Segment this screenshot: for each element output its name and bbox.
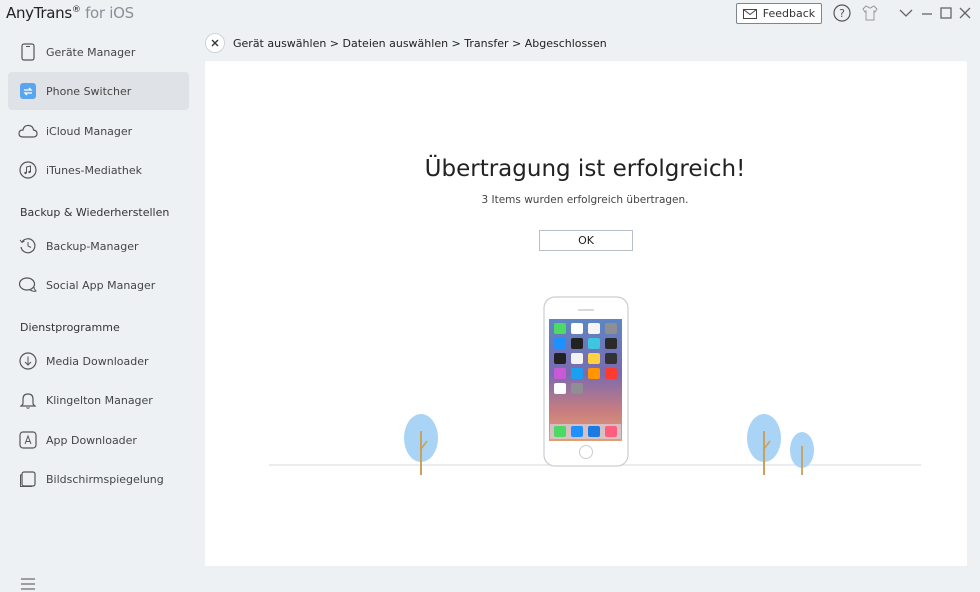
device-icon xyxy=(18,42,38,62)
title-bar: AnyTrans® for iOS Feedback ? xyxy=(0,0,980,28)
music-icon xyxy=(18,160,38,180)
section-heading-tools: Dienstprogramme xyxy=(20,321,120,334)
app-name: AnyTrans xyxy=(6,4,72,22)
sidebar-item-label: Backup-Manager xyxy=(46,239,139,253)
tree-right-small xyxy=(790,432,814,475)
breadcrumb: Gerät auswählen > Dateien auswählen > Tr… xyxy=(233,37,607,50)
result-panel: Übertragung ist erfolgreich! 3 Items wur… xyxy=(205,61,967,566)
sidebar-item-label: iTunes-Mediathek xyxy=(46,163,142,177)
chevron-down-icon[interactable] xyxy=(897,4,915,22)
breadcrumb-close-button[interactable] xyxy=(205,33,225,53)
sidebar-item-label: Phone Switcher xyxy=(46,84,132,98)
sidebar: Geräte Manager Phone Switcher iCloud Man… xyxy=(0,28,196,590)
sidebar-item-label: Klingelton Manager xyxy=(46,393,153,407)
mirror-icon xyxy=(18,469,38,489)
sidebar-item-itunes-library[interactable]: iTunes-Mediathek xyxy=(8,151,189,189)
feedback-label: Feedback xyxy=(762,7,816,20)
sidebar-item-backup-manager[interactable]: Backup-Manager xyxy=(8,227,189,265)
sidebar-item-social-app-manager[interactable]: Social App Manager xyxy=(8,266,189,304)
close-icon[interactable] xyxy=(956,4,974,22)
help-icon[interactable]: ? xyxy=(833,4,851,22)
app-registered-mark: ® xyxy=(71,5,81,15)
menu-icon[interactable] xyxy=(20,576,36,592)
sidebar-item-ringtone-manager[interactable]: Klingelton Manager xyxy=(8,381,189,419)
chat-icon xyxy=(18,275,38,295)
sidebar-item-label: App Downloader xyxy=(46,433,137,447)
skin-icon[interactable] xyxy=(861,4,879,22)
success-illustration xyxy=(269,296,921,475)
section-heading-backup: Backup & Wiederherstellen xyxy=(20,206,170,219)
sidebar-item-icloud-manager[interactable]: iCloud Manager xyxy=(8,112,189,150)
ok-button[interactable]: OK xyxy=(539,230,633,251)
result-message: 3 Items wurden erfolgreich übertragen. xyxy=(481,194,689,206)
phone-switcher-icon xyxy=(18,81,38,101)
sidebar-item-phone-switcher[interactable]: Phone Switcher xyxy=(8,72,189,110)
sidebar-item-app-downloader[interactable]: App Downloader xyxy=(8,421,189,459)
sidebar-item-media-downloader[interactable]: Media Downloader xyxy=(8,342,189,380)
close-icon xyxy=(211,39,219,47)
svg-text:?: ? xyxy=(839,7,845,20)
minimize-icon[interactable] xyxy=(918,4,936,22)
app-logo: AnyTrans® for iOS xyxy=(6,4,134,22)
sidebar-item-device-manager[interactable]: Geräte Manager xyxy=(8,33,189,71)
iphone-illustration xyxy=(543,296,629,467)
download-icon xyxy=(18,351,38,371)
sidebar-item-label: Social App Manager xyxy=(46,278,156,292)
mail-icon xyxy=(742,8,757,19)
page-title: Übertragung ist erfolgreich! xyxy=(424,156,746,182)
sidebar-item-label: iCloud Manager xyxy=(46,124,133,138)
sidebar-item-label: Media Downloader xyxy=(46,354,149,368)
cloud-icon xyxy=(18,121,38,141)
app-suffix: for iOS xyxy=(85,4,134,22)
history-icon xyxy=(18,236,38,256)
sidebar-item-screen-mirroring[interactable]: Bildschirmspiegelung xyxy=(8,460,189,498)
tree-right-large xyxy=(747,414,781,475)
sidebar-item-label: Bildschirmspiegelung xyxy=(46,472,164,486)
feedback-button[interactable]: Feedback xyxy=(736,3,822,24)
maximize-icon[interactable] xyxy=(937,4,955,22)
sidebar-item-label: Geräte Manager xyxy=(46,45,136,59)
tree-left xyxy=(404,414,438,475)
bell-icon xyxy=(18,390,38,410)
app-store-icon xyxy=(18,430,38,450)
